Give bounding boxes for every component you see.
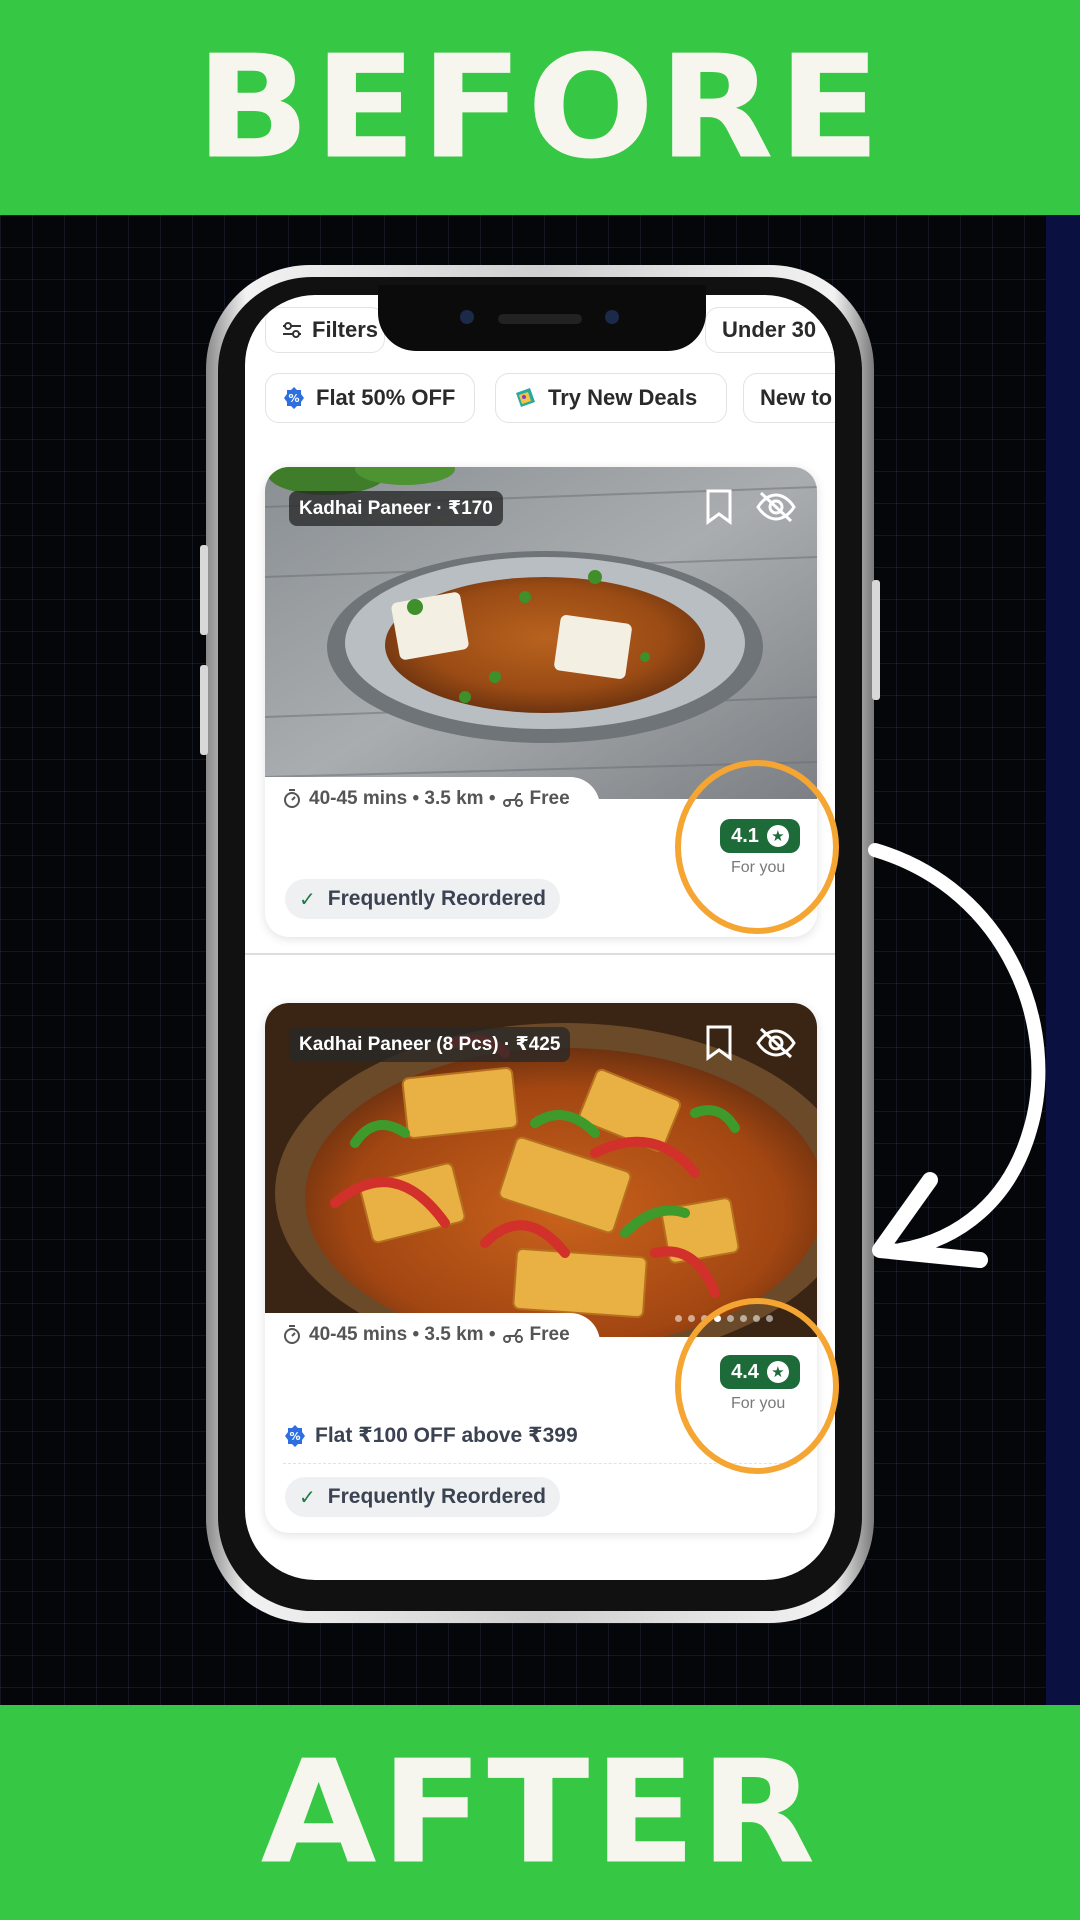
under-price-chip[interactable]: Under 30 — [705, 307, 835, 353]
deals-icon — [512, 385, 538, 411]
flat-off-label: Flat 50% OFF — [316, 385, 456, 410]
hide-icon[interactable] — [755, 1027, 797, 1064]
filters-label: Filters — [312, 317, 379, 342]
timer-icon — [283, 789, 301, 809]
carousel-dot — [675, 1315, 682, 1322]
before-label: BEFORE — [195, 24, 885, 191]
after-label: AFTER — [260, 1729, 820, 1896]
svg-text:%: % — [288, 392, 299, 405]
filters-chip[interactable]: Filters — [265, 307, 385, 353]
dish-photo: Kadhai Paneer (8 Pcs) · ₹425 — [265, 1003, 817, 1337]
dish-photo: Kadhai Paneer · ₹170 — [265, 467, 817, 799]
curved-arrow-icon — [868, 843, 1046, 1268]
carousel-dot — [688, 1315, 695, 1322]
delivery-fee: Free — [529, 1324, 570, 1345]
delivery-time-distance: 40-45 mins • 3.5 km • — [309, 1324, 496, 1345]
frequently-reordered-badge: ✓ Frequently Reordered — [285, 879, 560, 919]
timer-icon — [283, 1325, 301, 1345]
new-to-chip[interactable]: New to — [743, 373, 835, 423]
dish-tag: Kadhai Paneer · ₹170 — [289, 491, 503, 526]
offer-row: % Flat ₹100 OFF above ₹399 — [283, 1423, 578, 1448]
reorder-label: Frequently Reordered — [327, 887, 546, 910]
frequently-reordered-badge: ✓ Frequently Reordered — [285, 1477, 560, 1517]
scooter-icon — [502, 1327, 524, 1343]
discount-icon: % — [283, 1424, 307, 1448]
delivery-meta: 40-45 mins • 3.5 km • Free — [265, 777, 600, 821]
check-icon: ✓ — [299, 1486, 316, 1509]
before-after-divider — [245, 953, 835, 955]
phone-side-button — [200, 665, 208, 755]
svg-text:%: % — [289, 1430, 300, 1443]
dish-tag: Kadhai Paneer (8 Pcs) · ₹425 — [289, 1027, 571, 1062]
offer-label: Flat ₹100 OFF above ₹399 — [315, 1424, 578, 1447]
hide-icon[interactable] — [755, 491, 797, 528]
before-banner: BEFORE — [0, 0, 1080, 215]
phone-power-button — [872, 580, 880, 700]
highlight-ring — [675, 1298, 839, 1474]
highlight-ring — [675, 760, 839, 934]
reorder-label: Frequently Reordered — [327, 1485, 546, 1508]
delivery-fee: Free — [529, 788, 570, 809]
scooter-icon — [502, 791, 524, 807]
delivery-meta: 40-45 mins • 3.5 km • Free — [265, 1313, 600, 1357]
after-banner: AFTER — [0, 1705, 1080, 1920]
bookmark-icon[interactable] — [705, 489, 733, 530]
filter-icon — [282, 321, 302, 339]
try-deals-chip[interactable]: Try New Deals — [495, 373, 727, 423]
front-camera — [460, 310, 474, 324]
front-sensor — [605, 310, 619, 324]
check-icon: ✓ — [299, 888, 316, 911]
under-price-label: Under 30 — [722, 317, 817, 342]
discount-icon: % — [282, 386, 306, 410]
new-to-label: New to — [760, 385, 833, 410]
try-deals-label: Try New Deals — [548, 385, 698, 410]
delivery-time-distance: 40-45 mins • 3.5 km • — [309, 788, 496, 809]
phone-speaker — [498, 314, 582, 324]
bookmark-icon[interactable] — [705, 1025, 733, 1066]
flat-off-chip[interactable]: % Flat 50% OFF — [265, 373, 475, 423]
phone-side-button — [200, 545, 208, 635]
